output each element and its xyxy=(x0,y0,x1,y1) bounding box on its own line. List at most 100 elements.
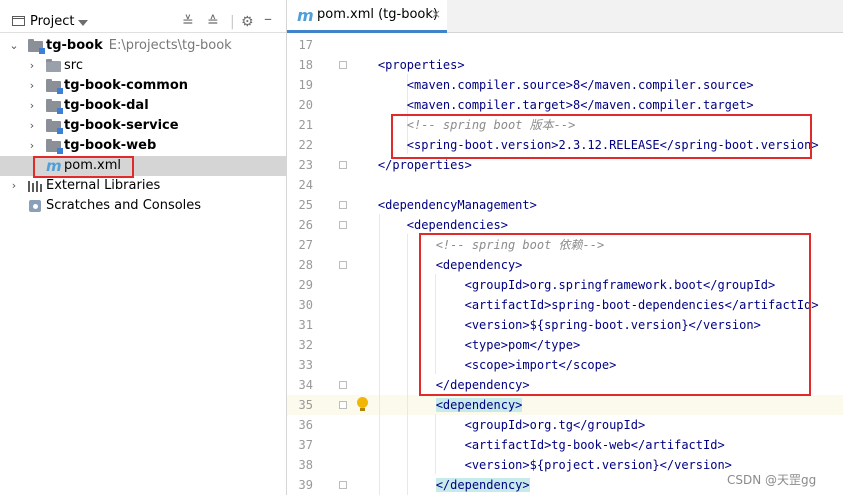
module-folder-icon xyxy=(46,99,63,114)
line-number: 38 xyxy=(298,458,313,472)
chevron-right-icon[interactable]: › xyxy=(26,76,38,96)
hide-panel-icon[interactable]: – xyxy=(264,11,272,27)
line-number: 30 xyxy=(298,298,313,312)
fold-marker[interactable] xyxy=(339,221,347,229)
line-number: 32 xyxy=(298,338,313,352)
folder-icon xyxy=(46,59,61,72)
libraries-icon xyxy=(28,181,42,192)
line-number: 36 xyxy=(298,418,313,432)
line-number: 23 xyxy=(298,158,313,172)
chevron-right-icon[interactable]: › xyxy=(8,176,20,196)
line-number: 20 xyxy=(298,98,313,112)
code-line: <type>pom</type> xyxy=(349,338,581,352)
code-line: <groupId>org.tg</groupId> xyxy=(349,418,646,432)
project-view-icon xyxy=(12,16,25,26)
chevron-down-icon[interactable] xyxy=(78,20,88,26)
line-number: 19 xyxy=(298,78,313,92)
line-number: 37 xyxy=(298,438,313,452)
code-line: <version>${spring-boot.version}</version… xyxy=(349,318,761,332)
line-number: 34 xyxy=(298,378,313,392)
tree-item-label: tg-book E:\projects\tg-book xyxy=(46,38,232,53)
chevron-right-icon[interactable]: › xyxy=(26,56,38,76)
close-icon[interactable]: × xyxy=(431,7,441,21)
line-number: 18 xyxy=(298,58,313,72)
code-line: <scope>import</scope> xyxy=(349,358,617,372)
code-line: <artifactId>tg-book-web</artifactId> xyxy=(349,438,725,452)
tree-item-label: tg-book-service xyxy=(64,118,179,133)
editor-tab-bar: m pom.xml (tg-book) × xyxy=(287,0,843,33)
code-line: <spring-boot.version>2.3.12.RELEASE</spr… xyxy=(349,138,819,152)
code-line: <dependencies> xyxy=(349,218,508,232)
tree-item-label: tg-book-dal xyxy=(64,98,149,113)
code-line-matched: <dependency> xyxy=(435,398,523,412)
line-number: 35 xyxy=(298,398,313,412)
tab-pom-xml[interactable]: m pom.xml (tg-book) × xyxy=(287,0,447,33)
code-line: <groupId>org.springframework.boot</group… xyxy=(349,278,776,292)
line-number: 27 xyxy=(298,238,313,252)
line-number: 21 xyxy=(298,118,313,132)
chevron-down-icon[interactable]: ⌄ xyxy=(8,36,20,56)
tree-item-tg-book-web[interactable]: › tg-book-web xyxy=(0,136,287,156)
fold-marker[interactable] xyxy=(339,381,347,389)
project-panel: Project ≚ ≙ | ⚙ – ⌄ tg-book E:\projects\t… xyxy=(0,0,287,495)
code-line: <properties> xyxy=(349,58,465,72)
line-number: 22 xyxy=(298,138,313,152)
divider: | xyxy=(230,14,235,30)
chevron-right-icon[interactable]: › xyxy=(26,136,38,156)
line-number: 24 xyxy=(298,178,313,192)
code-line: <maven.compiler.source>8</maven.compiler… xyxy=(349,78,754,92)
tree-item-scratches[interactable]: Scratches and Consoles xyxy=(0,196,287,216)
tree-item-label: Scratches and Consoles xyxy=(46,198,202,213)
code-line: </dependency> xyxy=(349,378,530,392)
scratches-icon xyxy=(29,200,41,212)
line-number: 28 xyxy=(298,258,313,272)
line-number: 26 xyxy=(298,218,313,232)
tree-item-label: tg-book-common xyxy=(64,78,189,93)
line-number: 29 xyxy=(298,278,313,292)
maven-icon: m xyxy=(297,6,314,25)
fold-marker[interactable] xyxy=(339,401,347,409)
chevron-right-icon[interactable]: › xyxy=(26,96,38,116)
code-line: <dependency> xyxy=(349,258,523,272)
maven-icon: m xyxy=(46,157,62,175)
code-line: <version>${project.version}</version> xyxy=(349,458,732,472)
watermark: CSDN @天罡gg xyxy=(727,473,817,487)
module-folder-icon xyxy=(46,139,63,154)
code-line: <maven.compiler.target>8</maven.compiler… xyxy=(349,98,754,112)
tree-item-external-libraries[interactable]: › External Libraries xyxy=(0,176,287,196)
tab-label: pom.xml (tg-book) xyxy=(317,7,438,22)
fold-marker[interactable] xyxy=(339,481,347,489)
line-number: 33 xyxy=(298,358,313,372)
module-folder-icon xyxy=(46,79,63,94)
project-panel-title[interactable]: Project xyxy=(30,14,74,29)
tree-item-label: External Libraries xyxy=(46,178,161,193)
tree-item-src[interactable]: › src xyxy=(0,56,287,76)
code-line: </properties> xyxy=(349,158,472,172)
fold-marker[interactable] xyxy=(339,61,347,69)
collapse-all-icon[interactable]: ≙ xyxy=(207,14,219,30)
code-comment: <!-- spring boot 版本--> xyxy=(349,118,576,132)
tree-item-pom-xml[interactable]: m pom.xml xyxy=(0,156,287,176)
line-number: 25 xyxy=(298,198,313,212)
code-comment: <!-- spring boot 依赖--> xyxy=(349,238,605,252)
module-folder-icon xyxy=(46,119,63,134)
tree-item-label: src xyxy=(64,58,83,73)
expand-all-icon[interactable]: ≚ xyxy=(182,14,194,30)
chevron-right-icon[interactable]: › xyxy=(26,116,38,136)
line-number: 39 xyxy=(298,478,313,492)
fold-marker[interactable] xyxy=(339,161,347,169)
line-number: 31 xyxy=(298,318,313,332)
tree-item-label: tg-book-web xyxy=(64,138,157,153)
module-folder-icon xyxy=(28,39,45,54)
tree-item-tg-book-dal[interactable]: › tg-book-dal xyxy=(0,96,287,116)
fold-marker[interactable] xyxy=(339,261,347,269)
tree-item-root[interactable]: ⌄ tg-book E:\projects\tg-book xyxy=(0,36,287,56)
code-line-matched: </dependency> xyxy=(435,478,530,492)
tree-item-tg-book-service[interactable]: › tg-book-service xyxy=(0,116,287,136)
gear-icon[interactable]: ⚙ xyxy=(241,14,254,30)
fold-marker[interactable] xyxy=(339,201,347,209)
code-line: <artifactId>spring-boot-dependencies</ar… xyxy=(349,298,819,312)
code-line: <dependencyManagement> xyxy=(349,198,537,212)
line-number: 17 xyxy=(298,38,313,52)
tree-item-tg-book-common[interactable]: › tg-book-common xyxy=(0,76,287,96)
